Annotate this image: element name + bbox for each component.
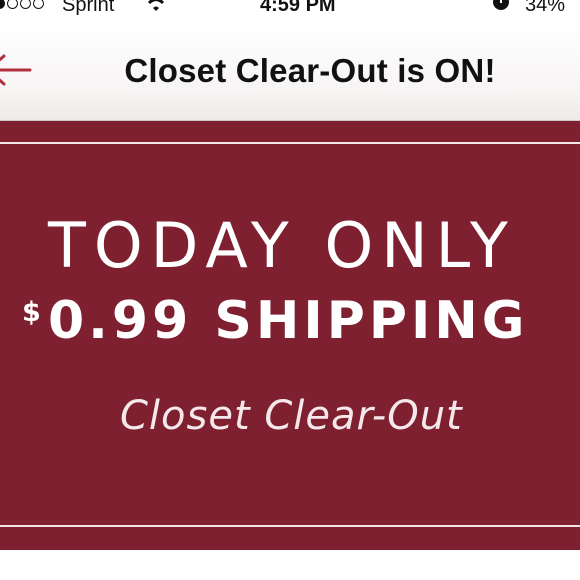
signal-dot <box>0 0 5 9</box>
carrier-name: Sprint <box>62 0 115 16</box>
status-time: 4:59 PM <box>260 0 336 16</box>
banner-headline: TODAY ONLY <box>48 209 516 282</box>
signal-dot <box>7 0 18 9</box>
shipping-price-text: 0.99 SHIPPING <box>48 291 529 351</box>
wifi-icon <box>147 0 165 11</box>
signal-strength-icon <box>0 0 44 9</box>
currency-symbol: $ <box>22 297 41 328</box>
promo-banner[interactable]: TODAY ONLY $ 0.99 SHIPPING Closet Clear-… <box>0 121 580 550</box>
status-bar: Sprint 4:59 PM 34% <box>0 0 580 22</box>
page-title: Closet Clear-Out is ON! <box>124 52 496 89</box>
alarm-clock-icon <box>493 0 509 10</box>
battery-percentage: 34% <box>525 0 566 16</box>
banner-subhead: Closet Clear-Out <box>120 393 463 439</box>
signal-dot <box>20 0 31 9</box>
navigation-bar: Closet Clear-Out is ON! <box>0 22 580 121</box>
banner-top-divider <box>0 142 580 144</box>
banner-bottom-divider <box>0 525 580 527</box>
signal-dot <box>33 0 44 9</box>
